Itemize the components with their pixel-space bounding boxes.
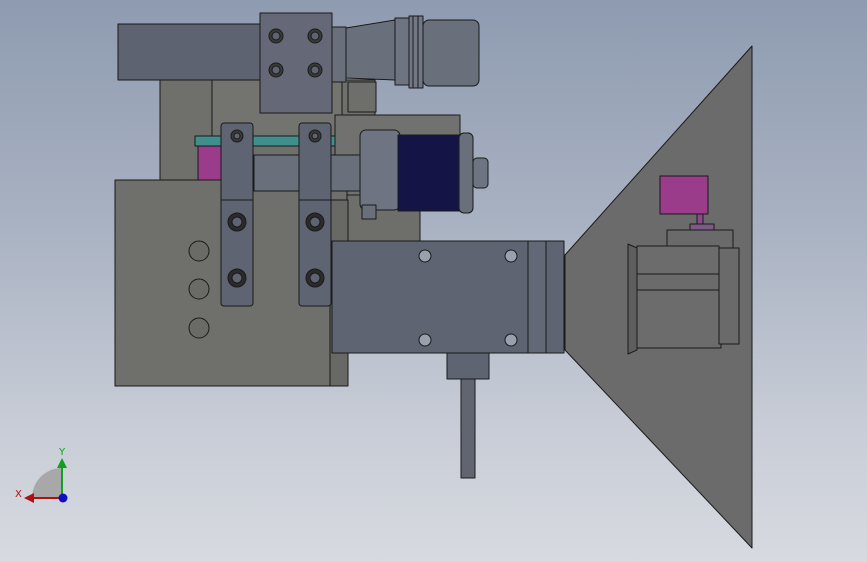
vertical-rod (460, 378, 476, 479)
cone-motor-housing (666, 229, 734, 249)
base-hole-1 (188, 240, 210, 262)
shaft-collar (359, 129, 401, 211)
cone-motor-side (718, 247, 740, 345)
lens-taper (345, 19, 396, 81)
lens-barrel (422, 19, 480, 87)
assembly-drawing[interactable]: Y X (0, 0, 867, 562)
cone-motor-shaft (696, 213, 704, 225)
magenta-sensor (197, 145, 223, 181)
top-plate (117, 23, 264, 81)
triad-y-label: Y (58, 447, 66, 458)
cone-motor-body (636, 245, 720, 275)
lens-ring (394, 17, 410, 86)
lens-neck (331, 26, 347, 83)
motor-shaft-end (472, 157, 489, 189)
front-cylinder-cap (527, 240, 547, 354)
rod-mount (446, 352, 490, 380)
cone-motor-bevel (627, 243, 638, 355)
lens-ring-2 (408, 15, 424, 89)
cad-viewport[interactable]: Y X (0, 0, 867, 562)
front-cylinder-flange (545, 240, 565, 354)
motor-endcap (458, 132, 474, 214)
drive-motor (397, 134, 461, 212)
cone-motor-flange (689, 223, 715, 231)
base-hole-2 (188, 278, 210, 300)
base-hole-3 (188, 317, 210, 339)
top-clamp-block (259, 12, 333, 114)
triad-x-label: X (15, 489, 22, 500)
cone-motor-base (636, 289, 722, 349)
coordinate-triad: Y X (15, 447, 68, 503)
spacer-block (347, 81, 377, 113)
cone-motor-cap (659, 175, 709, 215)
